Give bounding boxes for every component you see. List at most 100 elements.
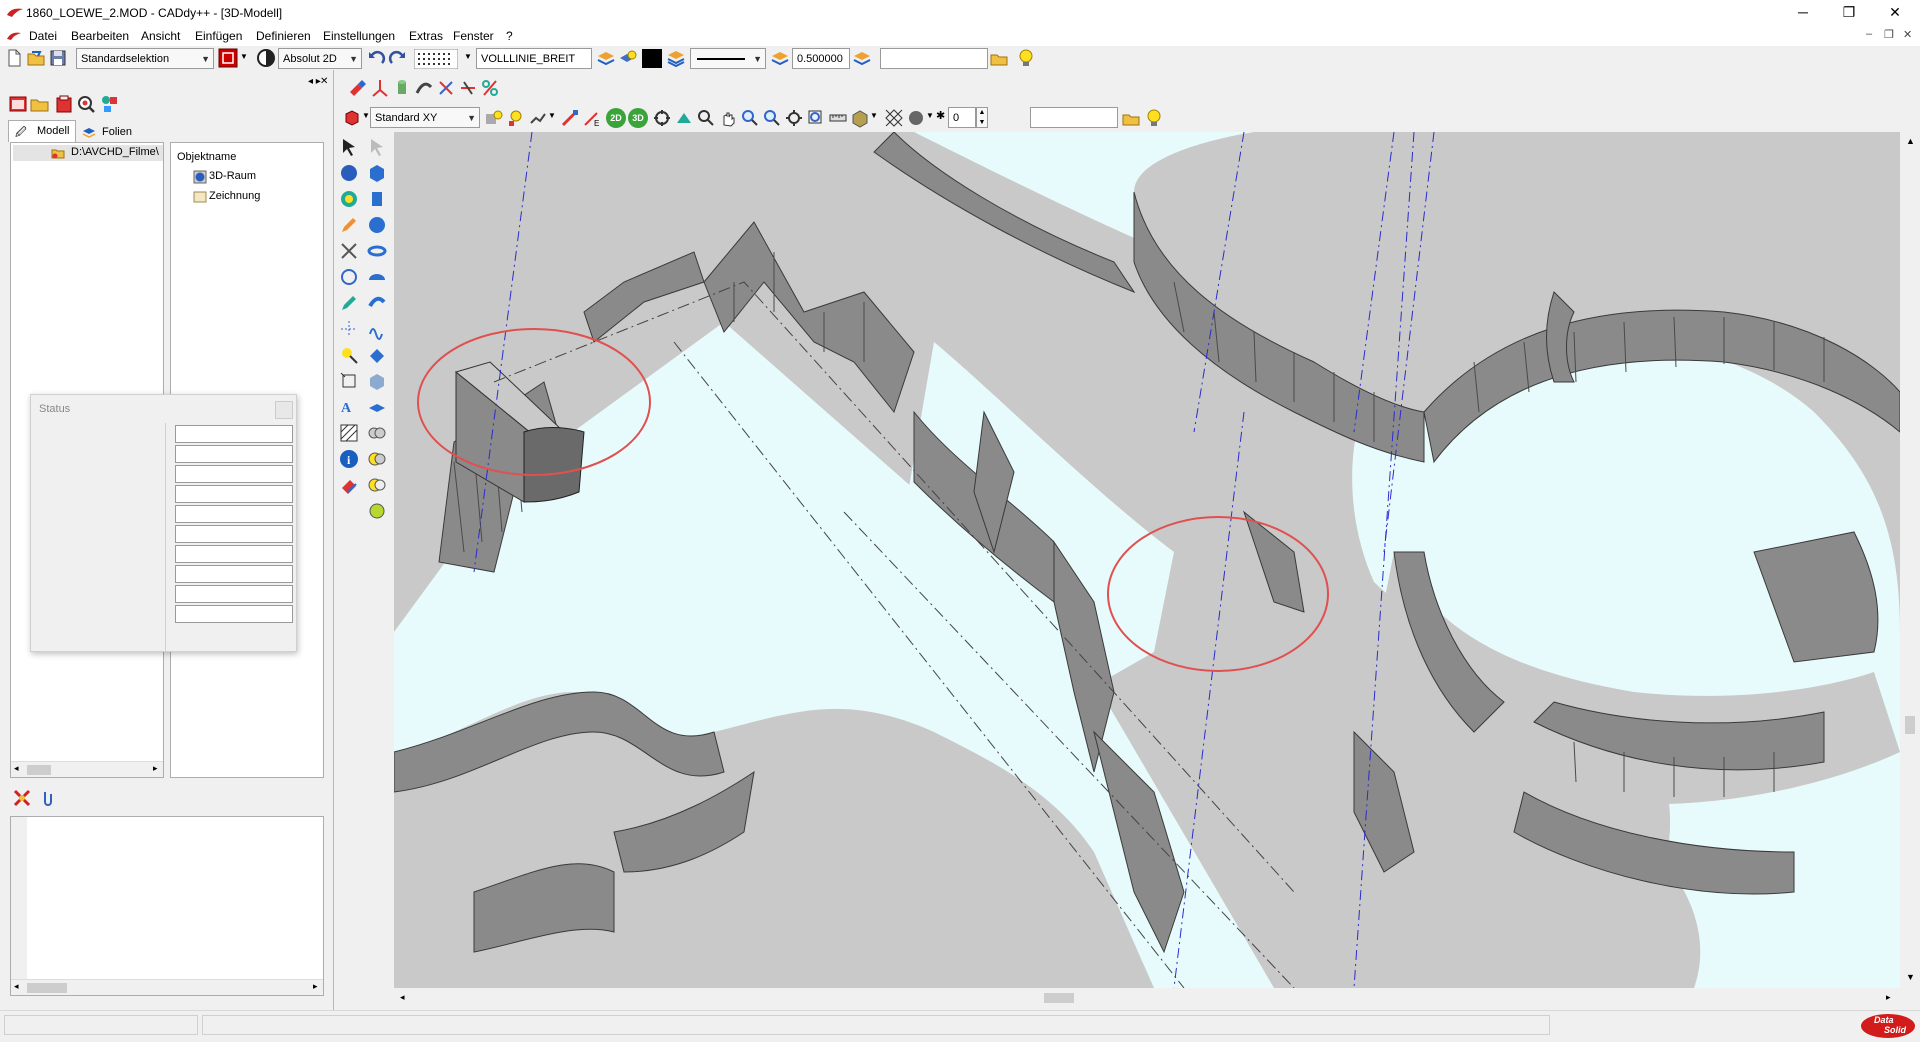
light-view-icon[interactable] — [484, 108, 504, 128]
clip-icon[interactable] — [38, 788, 58, 808]
numeric-field[interactable]: 0 — [948, 107, 976, 128]
zoom-previous-icon[interactable] — [806, 108, 826, 128]
tree-row-selected[interactable]: D:\AVCHD_Filme\ — [13, 145, 163, 161]
spring-tool-icon[interactable] — [366, 318, 388, 340]
numeric-spinner[interactable]: ▲ ▼ — [976, 107, 988, 128]
layer-settings-icon[interactable] — [852, 48, 872, 68]
chevron-down-icon[interactable]: ▼ — [870, 111, 878, 120]
axes-icon[interactable] — [370, 78, 390, 98]
model-window-icon[interactable] — [8, 94, 28, 114]
cap-tool-icon[interactable] — [366, 266, 388, 288]
3d-viewport[interactable] — [394, 132, 1900, 988]
zoom-all-icon[interactable] — [784, 108, 804, 128]
tab-modell[interactable]: 🖉 Modell — [8, 120, 76, 142]
line-style-select[interactable]: ▼ — [690, 48, 766, 69]
torus-tool-icon[interactable] — [366, 240, 388, 262]
color-swatch[interactable] — [642, 49, 662, 68]
rotate-view-icon[interactable] — [652, 108, 672, 128]
mesh-icon[interactable] — [884, 108, 904, 128]
folder-light-icon[interactable] — [1122, 108, 1142, 128]
pipe-tool-icon[interactable] — [366, 292, 388, 314]
undo-icon[interactable] — [366, 48, 386, 68]
measure-icon[interactable] — [828, 108, 848, 128]
scroll-left-icon[interactable]: ◂ — [14, 763, 19, 774]
percent-icon[interactable] — [480, 78, 500, 98]
scissors-tool-icon[interactable] — [338, 240, 360, 262]
transform-tool-icon[interactable] — [338, 370, 360, 392]
menu-ansicht[interactable]: Ansicht — [141, 29, 180, 43]
close-button[interactable]: ✕ — [1872, 0, 1918, 26]
cube-tool-icon[interactable] — [366, 162, 388, 184]
save-file-icon[interactable] — [48, 48, 68, 68]
cut-icon[interactable] — [436, 78, 456, 98]
menu-datei[interactable]: Datei — [29, 29, 57, 43]
spotlight-tool-icon[interactable] — [338, 344, 360, 366]
minimize-button[interactable]: ─ — [1780, 0, 1826, 26]
chevron-down-icon[interactable]: ▼ — [926, 111, 934, 120]
open-file-icon[interactable] — [26, 48, 46, 68]
subtract-tool-icon[interactable] — [366, 448, 388, 470]
palette-tool-icon[interactable] — [338, 188, 360, 210]
selection-color-icon[interactable] — [218, 48, 238, 68]
solid-box-icon[interactable] — [850, 108, 870, 128]
menu-help[interactable]: ? — [506, 29, 513, 43]
text-tool-icon[interactable]: A — [338, 396, 360, 418]
dimension-tool-icon[interactable] — [338, 318, 360, 340]
chevron-down-icon[interactable]: ▼ — [464, 52, 472, 61]
zoom-out-icon[interactable] — [762, 108, 782, 128]
tab-folien[interactable]: Folien — [80, 122, 140, 142]
layer-light-icon[interactable] — [618, 48, 638, 68]
chevron-down-icon[interactable]: ▼ — [240, 52, 248, 61]
scroll-left-icon[interactable]: ◂ — [14, 981, 19, 992]
scroll-right-icon[interactable]: ▸ — [153, 763, 158, 774]
mdi-minimize-button[interactable]: – — [1866, 28, 1872, 40]
app-menu-icon[interactable] — [6, 31, 22, 41]
viewport-vertical-scrollbar[interactable]: ▲ ▼ — [1900, 132, 1920, 988]
line-width-icon[interactable] — [770, 48, 790, 68]
object-item-3d-raum[interactable]: 3D-Raum — [193, 169, 313, 185]
properties-horizontal-scrollbar[interactable]: ◂ ▸ — [11, 979, 323, 995]
render-icon[interactable] — [674, 108, 694, 128]
clipboard-icon[interactable] — [54, 94, 74, 114]
menu-einfuegen[interactable]: Einfügen — [195, 29, 242, 43]
zoom-window-icon[interactable] — [696, 108, 716, 128]
lightbulb-icon[interactable] — [1144, 108, 1164, 128]
split-solid-tool-icon[interactable] — [366, 500, 388, 522]
layer-icon[interactable] — [596, 48, 616, 68]
edit-3d-icon[interactable] — [560, 108, 580, 128]
dock-arrow-icon[interactable]: ◂ ▸ — [308, 76, 321, 87]
layer-stack-icon[interactable] — [666, 48, 686, 68]
toolbar-text-field[interactable] — [880, 48, 988, 69]
block-tool-icon[interactable] — [366, 370, 388, 392]
line-type-field[interactable]: VOLLLINIE_BREIT — [476, 48, 592, 69]
zoom-in-icon[interactable] — [740, 108, 760, 128]
pen-green-icon[interactable] — [338, 292, 360, 314]
status-panel-close-button[interactable] — [275, 401, 293, 419]
panel-splitter[interactable] — [333, 70, 334, 1010]
hatch-tool-icon[interactable] — [338, 422, 360, 444]
sphere-tool-icon[interactable] — [338, 162, 360, 184]
menu-fenster[interactable]: Fenster — [453, 29, 494, 43]
rotate-tool-icon[interactable] — [338, 266, 360, 288]
menu-definieren[interactable]: Definieren — [256, 29, 311, 43]
draw-tool-icon[interactable] — [348, 78, 368, 98]
view-2d-button[interactable]: 2D — [606, 108, 626, 128]
mdi-close-button[interactable]: ✕ — [1903, 28, 1912, 41]
new-file-icon[interactable] — [4, 48, 24, 68]
shapes-icon[interactable] — [100, 94, 120, 114]
object-item-zeichnung[interactable]: Zeichnung — [193, 189, 313, 205]
chevron-down-icon[interactable]: ▼ — [548, 111, 556, 120]
view-select[interactable]: Standard XY ▼ — [370, 107, 480, 128]
grid-pattern-icon[interactable] — [414, 49, 458, 69]
scroll-right-icon[interactable]: ▸ — [313, 981, 318, 992]
light-color-icon[interactable] — [506, 108, 526, 128]
line-width-field[interactable]: 0.500000 — [792, 48, 850, 69]
sweep-icon[interactable] — [414, 78, 434, 98]
pencil-tool-icon[interactable] — [338, 214, 360, 236]
extrude-tool-icon[interactable] — [366, 344, 388, 366]
split-icon[interactable] — [458, 78, 478, 98]
union-tool-icon[interactable] — [366, 422, 388, 444]
eraser-tool-icon[interactable] — [338, 474, 360, 496]
delete-selection-icon[interactable] — [12, 788, 32, 808]
ball-tool-icon[interactable] — [366, 214, 388, 236]
